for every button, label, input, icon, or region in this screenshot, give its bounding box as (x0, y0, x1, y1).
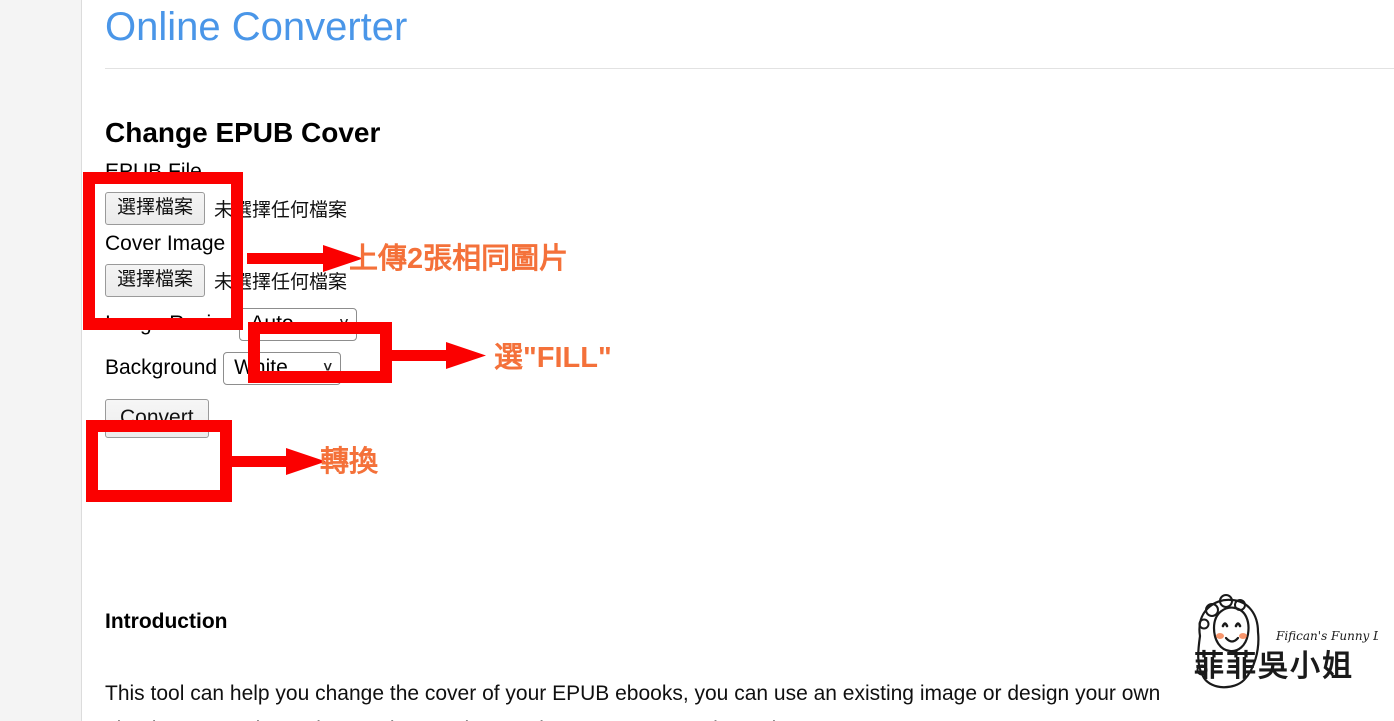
cover-image-choose-button[interactable]: 選擇檔案 (105, 263, 206, 297)
epub-file-choose-button[interactable]: 選擇檔案 (105, 191, 206, 225)
submit-row: Convert (105, 390, 805, 446)
cover-image-row: 選擇檔案 未選擇任何檔案 (105, 258, 805, 302)
background-label: Background (105, 356, 218, 379)
image-resize-row: Image Resize Auto ˅ (105, 302, 805, 346)
epub-file-input[interactable]: 選擇檔案 未選擇任何檔案 (105, 191, 348, 225)
background-value: White (234, 355, 288, 379)
left-gutter (0, 0, 82, 721)
header-divider (105, 68, 1394, 69)
convert-button[interactable]: Convert (105, 398, 209, 438)
site-title[interactable]: Online Converter (105, 0, 407, 56)
cover-image-input[interactable]: 選擇檔案 未選擇任何檔案 (105, 263, 348, 297)
watermark-name-text: 菲菲吳小姐 (1194, 650, 1354, 683)
background-row: Background White ˅ (105, 346, 805, 390)
chevron-down-icon: ˅ (323, 359, 333, 376)
screenshot-root: Online Converter Change EPUB Cover EPUB … (0, 0, 1394, 721)
image-resize-select[interactable]: Auto ˅ (239, 307, 358, 341)
converter-form: EPUB File 選擇檔案 未選擇任何檔案 Cover Image 選擇檔案 … (105, 158, 805, 446)
background-select[interactable]: White ˅ (223, 351, 342, 385)
page-title: Change EPUB Cover (105, 116, 381, 148)
cover-image-status: 未選擇任何檔案 (214, 271, 348, 293)
watermark: Fifican's Funny Life 菲菲吳小姐 (1178, 588, 1394, 698)
introduction-heading: Introduction (105, 610, 228, 634)
image-resize-value: Auto (250, 311, 294, 335)
introduction-paragraph: This tool can help you change the cover … (105, 682, 1161, 721)
epub-file-status: 未選擇任何檔案 (214, 199, 348, 221)
watermark-script-text: Fifican's Funny Life (1275, 629, 1378, 643)
cover-image-label: Cover Image (105, 232, 226, 255)
epub-file-row: 選擇檔案 未選擇任何檔案 (105, 186, 805, 230)
epub-file-label: EPUB File (105, 160, 202, 183)
chevron-down-icon: ˅ (339, 315, 349, 332)
image-resize-label: Image Resize (105, 312, 234, 335)
